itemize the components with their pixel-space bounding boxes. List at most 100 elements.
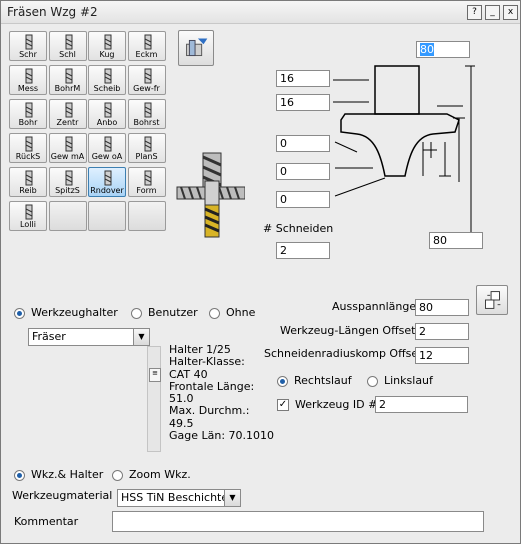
tool-button[interactable]: Eckm	[127, 31, 166, 61]
tool-button-label: Zentr	[56, 118, 79, 127]
drill-icon	[25, 34, 33, 50]
tool-button[interactable]: Form	[127, 167, 166, 197]
zoom-tool-radio[interactable]	[112, 470, 123, 481]
holder-info-line: Max. Durchm.:	[169, 404, 250, 418]
tool-button-label: SpitzS	[55, 186, 80, 195]
flutes-label: # Schneiden	[263, 222, 334, 235]
library-button[interactable]	[178, 30, 214, 66]
material-label: Werkzeugmaterial	[12, 489, 113, 502]
user-radio[interactable]	[131, 308, 142, 319]
tool-button[interactable]: Schr	[9, 31, 47, 61]
tool-button[interactable]	[88, 201, 126, 231]
tool-button[interactable]	[48, 201, 87, 231]
tool-button[interactable]: Kug	[88, 31, 126, 61]
holder-type-value: Fräser	[32, 330, 66, 343]
holder-info-line: Halter-Klasse:	[169, 355, 245, 369]
overall-length-field[interactable]: 80	[429, 232, 483, 249]
holder-type-select[interactable]: Fräser ▼	[28, 328, 150, 346]
round-over-icon	[104, 170, 112, 186]
tool-button[interactable]: BohrM	[48, 65, 87, 95]
shank-length-field[interactable]: 16	[276, 70, 330, 87]
tool-button[interactable]: PlanS	[127, 133, 166, 163]
flutes-field[interactable]: 2	[276, 242, 330, 259]
comment-field[interactable]	[112, 511, 484, 532]
tool-button-label: RückS	[15, 152, 41, 161]
tool-button-label: Eckm	[135, 50, 158, 59]
measure-icon	[25, 68, 33, 84]
none-radio[interactable]	[209, 308, 220, 319]
tool-button-label: Schl	[59, 50, 76, 59]
radius-offset-field[interactable]: 12	[415, 347, 469, 364]
tool-button-label: Gew oA	[91, 152, 123, 161]
back-spot-icon	[25, 136, 33, 152]
tool-button[interactable]: Gew oA	[88, 133, 126, 163]
slitting-disc-icon	[104, 68, 112, 84]
ausspann-field[interactable]: 80	[415, 299, 469, 316]
minimize-button[interactable]: _	[485, 5, 500, 20]
length-offset-field[interactable]: 2	[415, 323, 469, 340]
help-button[interactable]: ?	[467, 5, 482, 20]
holder-radio-label: Werkzeughalter	[31, 306, 118, 319]
library-icon	[186, 38, 208, 57]
flute-length-field[interactable]: 0	[276, 163, 330, 180]
tool-id-checkbox[interactable]: ✓	[277, 399, 289, 411]
bore-icon	[25, 102, 33, 118]
tool-button-label: Form	[136, 186, 157, 195]
corner-radius-field[interactable]: 0	[276, 135, 330, 152]
tool-button[interactable]: Gew mA	[48, 133, 87, 163]
thread-mill-icon	[144, 68, 151, 84]
spot-drill-icon	[104, 102, 112, 118]
tool-id-field[interactable]: 2	[375, 396, 468, 413]
tool-button[interactable]: Gew-fr	[127, 65, 166, 95]
counterclockwise-radio[interactable]	[367, 376, 378, 387]
tool-button[interactable]: Anbo	[88, 99, 126, 129]
tool-button[interactable]: RückS	[9, 133, 47, 163]
scroll-thumb[interactable]: ≡	[149, 368, 161, 382]
counterclockwise-label: Linkslauf	[384, 374, 433, 387]
swap-holder-button[interactable]	[476, 285, 508, 315]
tip-diameter-field[interactable]: 0	[276, 191, 330, 208]
holder-info-list: Halter 1/25 Halter-Klasse: CAT 40 Frontale …	[169, 343, 275, 443]
tool-button[interactable]: Lolli	[9, 201, 47, 231]
tool-button[interactable]: Scheib	[88, 65, 126, 95]
tool-button-label: Gew-fr	[133, 84, 160, 93]
window-title: Fräsen Wzg #2	[7, 5, 98, 19]
tool-button[interactable]: SpitzS	[48, 167, 87, 197]
chevron-down-icon[interactable]: ▼	[224, 490, 240, 506]
holder-radio[interactable]	[14, 308, 25, 319]
tool-button-label: Scheib	[93, 84, 121, 93]
tool-button[interactable]: Bohrst	[127, 99, 166, 129]
tool-button-label: Anbo	[96, 118, 118, 127]
diameter-field[interactable]: 80	[416, 41, 470, 58]
clockwise-label: Rechtslauf	[294, 374, 352, 387]
tool-button[interactable]: Mess	[9, 65, 47, 95]
tool-button[interactable]: Rndover	[88, 167, 126, 197]
chamfer-icon	[65, 170, 72, 186]
face-mill-icon	[144, 136, 151, 152]
tool-button-label: Rndover	[90, 186, 124, 195]
shoulder-length-field[interactable]: 16	[276, 94, 330, 111]
tool-button[interactable]: Zentr	[48, 99, 87, 129]
clockwise-radio[interactable]	[277, 376, 288, 387]
material-select[interactable]: HSS TiN Beschichtet ▼	[117, 489, 241, 507]
reamer-icon	[25, 170, 33, 186]
boring-bar-icon	[144, 102, 151, 118]
tool-button[interactable]	[127, 201, 166, 231]
holder-info-line: Gage Län: 70.1010	[169, 429, 275, 443]
ausspann-label: Ausspannlänge	[332, 300, 417, 313]
close-button[interactable]: x	[503, 5, 518, 20]
comment-label: Kommentar	[14, 515, 79, 528]
tool-button[interactable]: Reib	[9, 167, 47, 197]
user-radio-label: Benutzer	[148, 306, 198, 319]
form-tool-icon	[144, 170, 151, 186]
tool-button-label: Kug	[99, 50, 115, 59]
chevron-down-icon[interactable]: ▼	[133, 329, 149, 345]
length-offset-label: Werkzeug-Längen Offset #	[280, 324, 429, 337]
tool-button-label: Mess	[17, 84, 39, 93]
tool-and-holder-radio[interactable]	[14, 470, 25, 481]
holder-info-scrollbar[interactable]: ≡	[147, 346, 161, 452]
corner-mill-icon	[144, 34, 151, 50]
swap-icon	[485, 291, 501, 309]
tool-button[interactable]: Bohr	[9, 99, 47, 129]
tool-button[interactable]: Schl	[48, 31, 87, 61]
